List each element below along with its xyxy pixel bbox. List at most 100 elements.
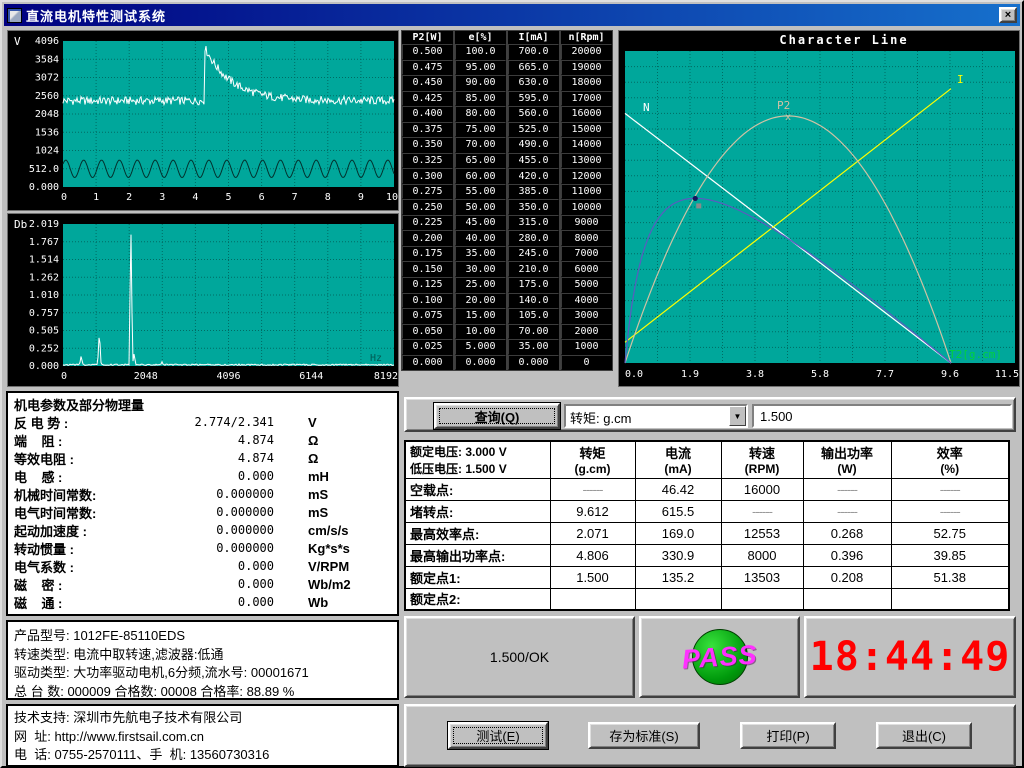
column-unit: (RPM) (724, 462, 801, 476)
param-row: 磁 通 :0.000Wb (14, 593, 391, 611)
pass-label: PASS (681, 639, 759, 675)
query-bar: 查询(Q) 转矩: g.cm ▼ (404, 397, 1016, 432)
svg-text:0.757: 0.757 (29, 308, 59, 319)
svg-text:Db: Db (14, 218, 27, 231)
scale-tick: 0.000 (402, 355, 453, 371)
clock-box: 18:44:49 (804, 616, 1016, 698)
table-head: 额定电压: 3.000 V低压电压: 1.500 V转矩(g.cm)电流(mA)… (405, 441, 1009, 478)
param-row: 端 阻 :4.874Ω (14, 431, 391, 449)
scale-tick: 0 (561, 355, 612, 371)
row-header: 额定点2: (405, 588, 550, 610)
query-button[interactable]: 查询(Q) (434, 403, 560, 429)
svg-text:0.000: 0.000 (29, 361, 59, 372)
product-info-line: 驱动类型: 大功率驱动电机,6分频,流水号: 00001671 (14, 664, 391, 683)
test-button[interactable]: 测试(E) (448, 722, 548, 749)
scale-column: e[%]100.095.0090.0085.0080.0075.0070.006… (454, 30, 507, 371)
scale-tick: 10.00 (455, 324, 506, 340)
table-row: 堵转点:9.612615.5------------------ (405, 500, 1009, 522)
row-header: 堵转点: (405, 500, 550, 522)
svg-text:T2[g.cm]: T2[g.cm] (949, 348, 1002, 361)
scale-column: I[mA]700.0665.0630.0595.0560.0525.0490.0… (507, 30, 560, 371)
torque-unit-dropdown[interactable]: 转矩: g.cm ▼ (564, 404, 748, 428)
print-button[interactable]: 打印(P) (740, 722, 836, 749)
svg-text:Hz: Hz (370, 353, 382, 364)
param-row: 反 电 势 :2.774/2.341V (14, 413, 391, 431)
table-cell (721, 588, 803, 610)
voltage-scope: V4096358430722560204815361024512.00.0000… (7, 30, 399, 211)
svg-text:x: x (785, 112, 791, 123)
digital-clock: 18:44:49 (810, 634, 1011, 680)
scale-tick: 0.375 (402, 122, 453, 138)
param-row: 机械时间常数:0.000000mS (14, 485, 391, 503)
scale-tick: 15000 (561, 122, 612, 138)
table-cell: ------ (803, 500, 891, 522)
results-table: 额定电压: 3.000 V低压电压: 1.500 V转矩(g.cm)电流(mA)… (404, 440, 1010, 611)
scale-tick: 0.000 (455, 355, 506, 371)
dropdown-value: 转矩: g.cm (566, 406, 729, 426)
scale-tick: 455.0 (508, 153, 559, 169)
param-row: 等效电阻 :4.874Ω (14, 449, 391, 467)
svg-text:1.010: 1.010 (29, 290, 59, 301)
test-result-box: 1.500/OK (404, 616, 635, 698)
scale-tick: 595.0 (508, 91, 559, 107)
svg-text:512.0: 512.0 (29, 164, 59, 175)
param-label: 磁 密 : (14, 575, 166, 594)
column-name: 输出功率 (806, 443, 889, 462)
scale-tick: 0.300 (402, 168, 453, 184)
scale-tick: 3000 (561, 308, 612, 324)
svg-text:0.000: 0.000 (29, 182, 59, 193)
svg-text:1.9: 1.9 (681, 369, 699, 380)
scale-tick: 85.00 (455, 91, 506, 107)
param-label: 磁 通 : (14, 593, 166, 612)
column-header: 效率(%) (891, 441, 1009, 478)
table-cell: 135.2 (635, 566, 721, 588)
column-name: 转速 (724, 443, 801, 462)
scale-tick: 10000 (561, 199, 612, 215)
chevron-down-icon[interactable]: ▼ (729, 406, 746, 426)
table-cell: 169.0 (635, 522, 721, 544)
svg-text:2048: 2048 (35, 109, 59, 120)
product-info-panel: 产品型号: 1012FE-85110EDS转速类型: 电流中取转速,滤波器:低通… (6, 620, 399, 700)
svg-text:9.6: 9.6 (941, 369, 959, 380)
param-value: 0.000000 (166, 487, 274, 501)
param-value: 0.000 (166, 469, 274, 483)
column-header: 电流(mA) (635, 441, 721, 478)
param-unit: Wb/m2 (308, 577, 351, 592)
product-info-line: 产品型号: 1012FE-85110EDS (14, 627, 391, 646)
column-name: 电流 (638, 443, 719, 462)
param-label: 起动加速度 : (14, 521, 166, 540)
row-header: 额定点1: (405, 566, 550, 588)
scale-tick: 140.0 (508, 293, 559, 309)
support-info-panel: 技术支持: 深圳市先航电子技术有限公司网 址: http://www.first… (6, 704, 399, 767)
table-row: 额定点1:1.500135.2135030.20851.38 (405, 566, 1009, 588)
table-cell: 9.612 (550, 500, 635, 522)
scale-tick: 0.225 (402, 215, 453, 231)
svg-text:5: 5 (225, 192, 231, 203)
param-row: 电 感 :0.000mH (14, 467, 391, 485)
scale-tick: 0.475 (402, 60, 453, 76)
corner-line: 低压电压: 1.500 V (410, 460, 548, 477)
param-unit: Ω (308, 433, 318, 448)
scale-header: n[Rpm] (561, 31, 612, 44)
close-button[interactable]: × (999, 7, 1017, 23)
svg-text:V: V (14, 35, 21, 48)
scale-tick: 0.075 (402, 308, 453, 324)
title-bar[interactable]: 直流电机特性测试系统 × (4, 4, 1020, 26)
scale-tick: 350.0 (508, 199, 559, 215)
scale-tick: 7000 (561, 246, 612, 262)
table-cell: ------ (550, 478, 635, 500)
table-cell (803, 588, 891, 610)
scale-columns: P2[W]0.5000.4750.4500.4250.4000.3750.350… (401, 30, 617, 371)
scale-tick: 9000 (561, 215, 612, 231)
scale-tick: 0.125 (402, 277, 453, 293)
scale-tick: 65.00 (455, 153, 506, 169)
scale-header: I[mA] (508, 31, 559, 44)
torque-value-input[interactable] (752, 404, 1012, 428)
scale-tick: 17000 (561, 91, 612, 107)
scale-tick: 95.00 (455, 60, 506, 76)
param-label: 反 电 势 : (14, 413, 166, 432)
scale-tick: 315.0 (508, 215, 559, 231)
save-as-standard-button[interactable]: 存为标准(S) (588, 722, 700, 749)
svg-text:0: 0 (61, 192, 67, 203)
exit-button[interactable]: 退出(C) (876, 722, 972, 749)
